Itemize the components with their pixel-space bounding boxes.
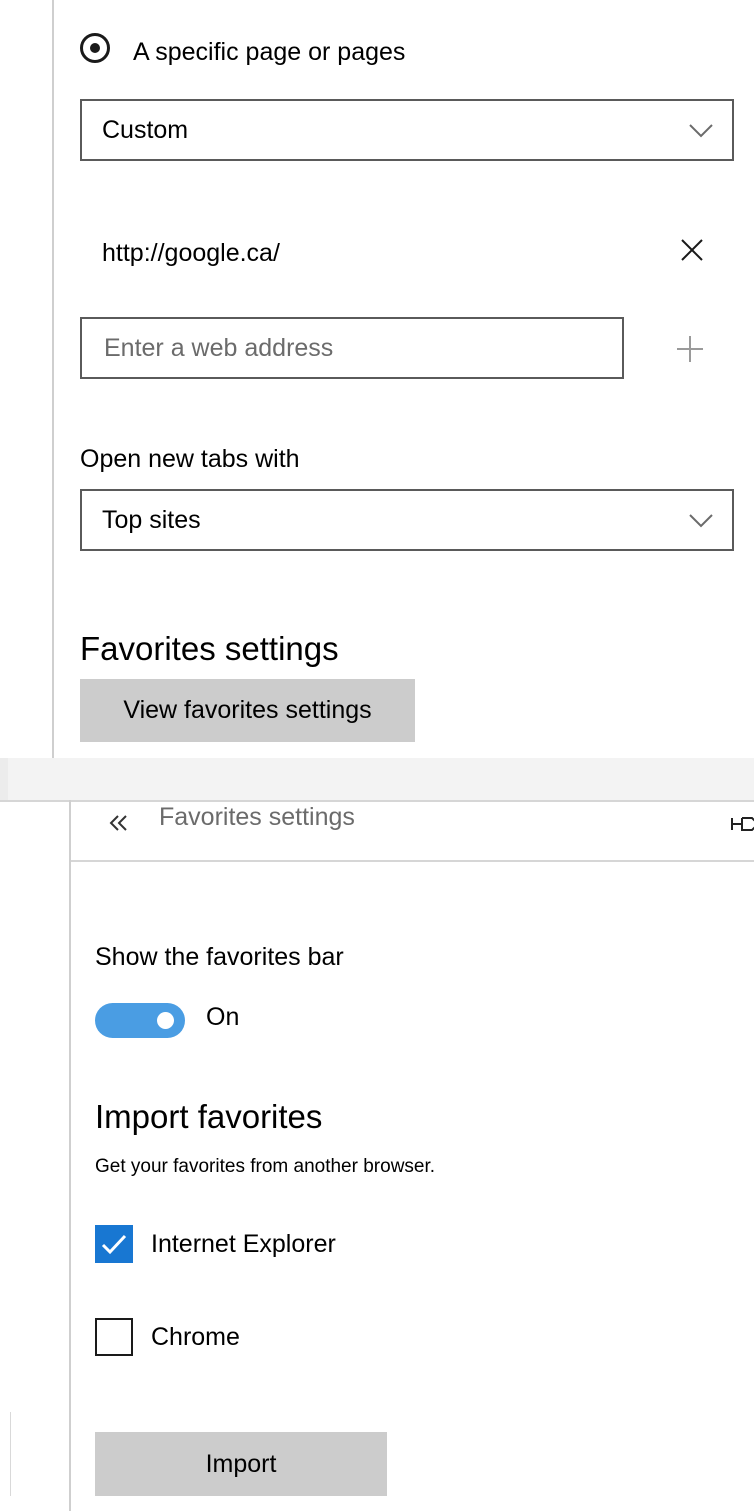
specific-pages-radio-label[interactable]: A specific page or pages [133,36,405,68]
new-tabs-select-value: Top sites [102,506,201,534]
settings-panel: A specific page or pages Custom http://g… [0,0,754,758]
chrome-checkbox[interactable] [95,1318,133,1356]
checkmark-icon [101,1234,127,1255]
toggle-state-label: On [206,1003,240,1031]
radio-selected-dot [90,43,100,53]
view-favorites-settings-button[interactable]: View favorites settings [80,679,415,742]
remove-url-button[interactable] [670,232,714,272]
new-tabs-label: Open new tabs with [80,445,300,473]
pin-button[interactable] [728,806,754,846]
show-favorites-bar-label: Show the favorites bar [95,943,344,971]
add-url-button[interactable] [666,326,714,370]
specific-pages-radio[interactable] [80,33,110,63]
chevron-down-icon [689,514,713,528]
pin-icon [731,817,754,831]
close-icon [681,239,703,261]
page-set-select[interactable]: Custom [80,99,734,161]
toggle-knob [157,1012,174,1029]
favorites-settings-heading: Favorites settings [80,630,339,667]
panel-divider [52,0,54,758]
background-window-edge [0,1412,11,1496]
new-tabs-select[interactable]: Top sites [80,489,734,551]
panel-divider [69,800,71,1511]
import-button[interactable]: Import [95,1432,387,1496]
panel-title: Favorites settings [159,803,355,831]
back-button[interactable] [99,803,139,843]
plus-icon [677,336,703,362]
header-separator [71,860,754,862]
internet-explorer-checkbox[interactable] [95,1225,133,1263]
internet-explorer-label[interactable]: Internet Explorer [151,1228,336,1260]
page-set-select-value: Custom [102,116,189,144]
chevron-down-icon [689,124,713,138]
import-description: Get your favorites from another browser. [95,1156,436,1177]
double-chevron-left-icon [109,815,127,831]
web-address-input[interactable] [80,317,624,379]
page-url: http://google.ca/ [102,239,280,267]
panel-gap [0,758,754,800]
favorites-bar-toggle[interactable] [95,1003,185,1038]
chrome-label[interactable]: Chrome [151,1321,240,1353]
import-favorites-heading: Import favorites [95,1098,323,1135]
